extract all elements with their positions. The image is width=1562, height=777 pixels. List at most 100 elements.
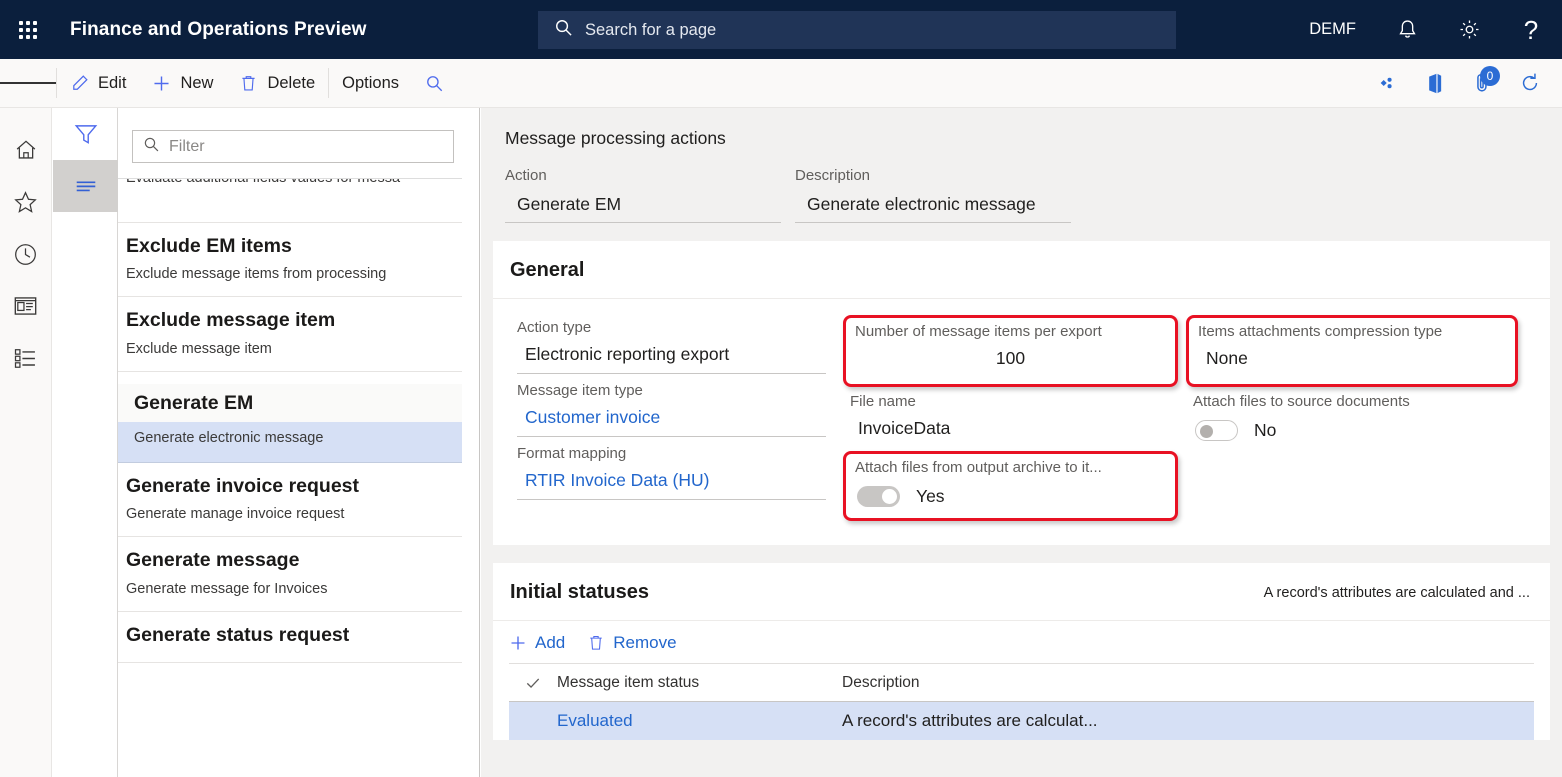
list-filter-rail: [53, 108, 118, 777]
attach-output-archive-toggle[interactable]: [857, 486, 900, 507]
file-name-field: File name InvoiceData: [843, 389, 1178, 449]
command-search-icon[interactable]: [412, 59, 466, 107]
filter-placeholder: Filter: [169, 137, 205, 155]
message-item-type-label: Message item type: [517, 382, 643, 399]
actions-list[interactable]: Evaluate additional fields values for me…: [118, 178, 462, 777]
plus-icon: [509, 634, 527, 652]
initial-statuses-card: Initial statuses A record's attributes a…: [493, 563, 1550, 740]
file-name-label: File name: [850, 393, 916, 410]
new-button[interactable]: New: [139, 59, 226, 107]
list-item[interactable]: Generate status request: [118, 612, 462, 663]
search-icon: [143, 136, 160, 158]
action-value[interactable]: Generate EM: [505, 190, 781, 223]
list-item-description: Generate message for Invoices: [126, 580, 328, 597]
items-per-export-field: Number of message items per export 100: [843, 315, 1178, 387]
refresh-icon[interactable]: [1506, 59, 1554, 107]
header-fields: Action Generate EM Description Generate …: [505, 167, 1562, 223]
page-title: Message processing actions: [505, 128, 726, 148]
modules-list-icon[interactable]: [0, 332, 52, 384]
general-card: General Action type Electronic reporting…: [493, 241, 1550, 545]
description-value[interactable]: Generate electronic message: [795, 190, 1071, 223]
home-icon[interactable]: [0, 124, 52, 176]
items-per-export-label: Number of message items per export: [855, 323, 1102, 340]
description-label: Description: [795, 167, 871, 184]
attach-source-documents-label: Attach files to source documents: [1193, 393, 1410, 410]
list-item-description: Evaluate additional fields values for me…: [126, 179, 462, 186]
list-lines-icon[interactable]: [53, 160, 118, 212]
add-label: Add: [535, 633, 566, 652]
bell-icon[interactable]: [1376, 0, 1438, 59]
waffle-grid-icon[interactable]: [0, 0, 56, 59]
new-label: New: [180, 73, 214, 92]
attachment-icon[interactable]: 0: [1458, 59, 1506, 107]
general-column-1: Action type Electronic reporting export …: [493, 315, 833, 523]
company-selector[interactable]: DEMF: [1289, 20, 1376, 39]
attach-source-documents-field: Attach files to source documents No: [1186, 389, 1518, 447]
list-item[interactable]: Generate message Generate message for In…: [118, 537, 462, 612]
add-button[interactable]: Add: [509, 633, 565, 653]
table-row[interactable]: Evaluated A record's attributes are calc…: [509, 702, 1534, 740]
attach-source-documents-state: No: [1254, 420, 1277, 440]
office-app-icon[interactable]: [1410, 59, 1458, 107]
filter-icon[interactable]: [53, 108, 118, 160]
delete-button[interactable]: Delete: [226, 59, 328, 107]
list-item-title: Exclude message item: [126, 309, 336, 332]
list-item-selected[interactable]: Generate EM Generate electronic message: [118, 383, 462, 463]
row-status-value[interactable]: Evaluated: [557, 711, 842, 731]
format-mapping-field: Format mapping RTIR Invoice Data (HU): [510, 441, 833, 502]
action-type-label: Action type: [517, 319, 592, 336]
hamburger-icon[interactable]: [0, 59, 57, 107]
workspaces-icon[interactable]: [0, 280, 52, 332]
remove-label: Remove: [613, 633, 677, 652]
list-item[interactable]: Exclude message item Exclude message ite…: [118, 297, 462, 372]
attach-source-documents-toggle[interactable]: [1195, 420, 1238, 441]
app-title: Finance and Operations Preview: [70, 18, 367, 40]
format-mapping-value[interactable]: RTIR Invoice Data (HU): [517, 466, 826, 500]
delete-label: Delete: [267, 73, 316, 92]
message-item-type-value[interactable]: Customer invoice: [517, 403, 826, 437]
main-content: Message processing actions Action Genera…: [481, 108, 1562, 777]
pencil-icon: [70, 74, 89, 93]
application-window: Finance and Operations Preview Search fo…: [0, 0, 1562, 777]
plus-icon: [152, 74, 171, 93]
general-title: General: [493, 241, 1550, 299]
row-description-value: A record's attributes are calculat...: [842, 711, 1098, 730]
list-item[interactable]: Exclude EM items Exclude message items f…: [118, 223, 462, 298]
filter-input[interactable]: Filter: [132, 130, 454, 163]
compression-type-value[interactable]: None: [1198, 344, 1506, 377]
share-icon[interactable]: [1362, 59, 1410, 107]
list-item-description: Generate manage invoice request: [126, 506, 345, 523]
list-item-description: Generate electronic message: [134, 429, 324, 446]
list-item[interactable]: Evaluate additional fields values for me…: [118, 179, 462, 223]
compression-type-label: Items attachments compression type: [1198, 323, 1443, 340]
edit-button[interactable]: Edit: [57, 59, 139, 107]
general-column-2: Number of message items per export 100 F…: [833, 315, 1178, 523]
initial-statuses-summary: A record's attributes are calculated and…: [1263, 584, 1530, 601]
question-mark-icon[interactable]: ?: [1500, 0, 1562, 59]
grid-toolbar: Add Remove: [493, 621, 1550, 663]
search-input[interactable]: Search for a page: [538, 11, 1176, 49]
list-item-description: Exclude message item: [126, 340, 272, 357]
trash-icon: [239, 74, 258, 93]
column-header-description[interactable]: Description: [842, 674, 1142, 692]
checkmark-icon[interactable]: [509, 675, 557, 691]
initial-statuses-table: Message item status Description Evaluate…: [509, 663, 1534, 740]
file-name-value[interactable]: InvoiceData: [850, 414, 1171, 447]
recent-clock-icon[interactable]: [0, 228, 52, 280]
action-type-value[interactable]: Electronic reporting export: [517, 340, 826, 374]
options-label: Options: [342, 73, 400, 92]
column-header-status[interactable]: Message item status: [557, 674, 842, 692]
left-navigation-rail: [0, 108, 52, 777]
list-item[interactable]: Generate invoice request Generate manage…: [118, 463, 462, 538]
gear-icon[interactable]: [1438, 0, 1500, 59]
action-field: Action Generate EM: [505, 167, 781, 223]
general-fields-grid: Action type Electronic reporting export …: [493, 299, 1550, 545]
attach-output-archive-field: Attach files from output archive to it..…: [843, 451, 1178, 521]
page-header: Message processing actions Action Genera…: [481, 108, 1562, 223]
options-button[interactable]: Options: [329, 59, 412, 107]
command-bar: Edit New Delete Options 0: [0, 59, 1562, 108]
remove-button[interactable]: Remove: [587, 633, 677, 653]
attach-output-archive-label: Attach files from output archive to it..…: [855, 459, 1102, 476]
items-per-export-value[interactable]: 100: [855, 344, 1166, 377]
favorites-star-icon[interactable]: [0, 176, 52, 228]
